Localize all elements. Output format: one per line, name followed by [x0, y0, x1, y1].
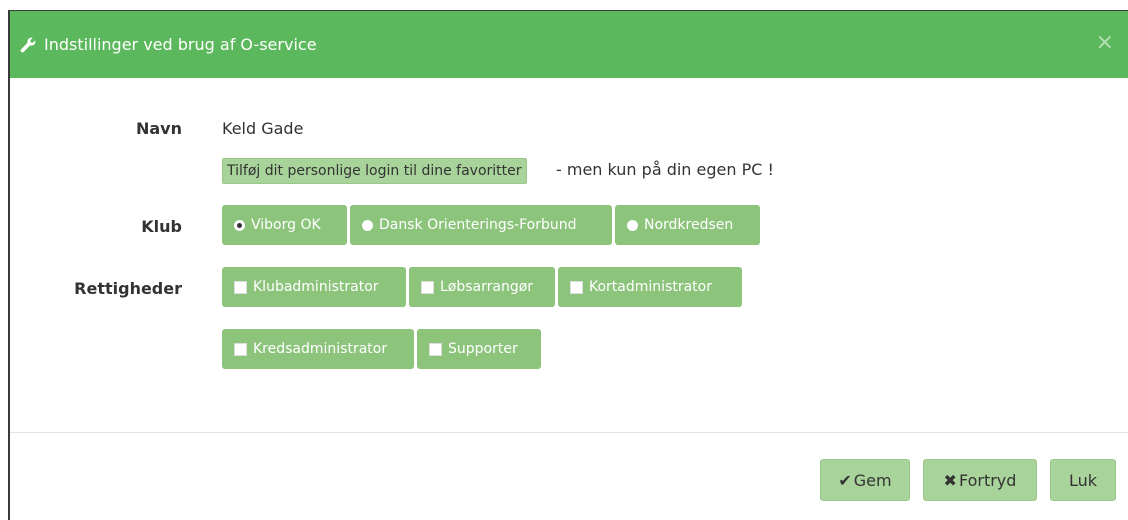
club-option-label: Nordkredsen: [644, 217, 734, 233]
name-label: Navn: [135, 119, 182, 138]
save-button[interactable]: ✔ Gem: [820, 459, 910, 501]
right-klubadministrator[interactable]: Klubadministrator: [222, 267, 406, 307]
checkbox-icon: [234, 280, 247, 294]
right-label: Kredsadministrator: [253, 341, 388, 357]
club-option-viborg-ok[interactable]: Viborg OK: [222, 205, 347, 245]
cancel-label: Fortryd: [958, 470, 1017, 490]
checkmark-icon: ✔: [838, 470, 852, 490]
close-label: Luk: [1068, 470, 1098, 490]
club-option-label: Viborg OK: [251, 217, 321, 233]
right-kortadministrator[interactable]: Kortadministrator: [558, 267, 742, 307]
dialog-header: Indstillinger ved brug af O-service ×: [10, 11, 1128, 78]
right-supporter[interactable]: Supporter: [417, 329, 541, 369]
checkbox-icon: [429, 342, 442, 356]
close-button[interactable]: Luk: [1050, 459, 1116, 501]
rights-label: Rettigheder: [74, 279, 182, 298]
right-kredsadministrator[interactable]: Kredsadministrator: [222, 329, 414, 369]
radio-unchecked-icon: [362, 219, 373, 231]
dialog-title: Indstillinger ved brug af O-service: [44, 35, 317, 54]
checkbox-icon: [421, 280, 434, 294]
club-option-nordkredsen[interactable]: Nordkredsen: [615, 205, 760, 245]
right-label: Klubadministrator: [253, 279, 379, 295]
right-label: Kortadministrator: [589, 279, 712, 295]
checkbox-icon: [570, 280, 583, 294]
checkbox-icon: [234, 342, 247, 356]
club-option-label: Dansk Orienterings-Forbund: [379, 217, 577, 233]
name-value: Keld Gade: [222, 119, 304, 138]
add-favorites-button[interactable]: Tilføj dit personlige login til dine fav…: [222, 158, 527, 184]
x-icon: ✖: [943, 470, 957, 490]
cancel-button[interactable]: ✖ Fortryd: [923, 459, 1037, 501]
radio-unchecked-icon: [627, 219, 638, 231]
right-label: Løbsarrangør: [440, 279, 534, 295]
favorites-note: - men kun på din egen PC !: [556, 160, 774, 179]
club-option-dof[interactable]: Dansk Orienterings-Forbund: [350, 205, 612, 245]
right-lobsarrangor[interactable]: Løbsarrangør: [409, 267, 555, 307]
right-label: Supporter: [448, 341, 518, 357]
footer-divider: [10, 432, 1128, 433]
save-label: Gem: [853, 470, 892, 490]
wrench-icon: [20, 37, 36, 53]
club-label: Klub: [141, 217, 182, 236]
radio-checked-icon: [234, 219, 245, 231]
close-icon[interactable]: ×: [1096, 31, 1114, 55]
settings-dialog: Indstillinger ved brug af O-service × Na…: [8, 10, 1128, 520]
